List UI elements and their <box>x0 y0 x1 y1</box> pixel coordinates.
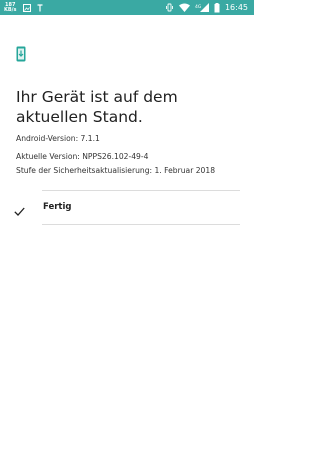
divider <box>42 224 240 225</box>
gallery-icon <box>22 3 31 12</box>
done-button-label: Fertig <box>43 202 72 212</box>
current-version-text: Aktuelle Version: NPPS26.102-49-4 <box>16 152 149 161</box>
wifi-icon <box>178 3 190 12</box>
signal-icon: 4G <box>195 3 209 12</box>
android-version-text: Android-Version: 7.1.1 <box>16 134 100 143</box>
net-speed-unit: KB/s <box>4 6 17 13</box>
system-update-icon <box>16 46 26 66</box>
check-icon <box>14 201 25 220</box>
security-patch-text: Stufe der Sicherheitsaktualisierung: 1. … <box>16 166 216 175</box>
status-right: 4G 16:45 <box>165 0 248 15</box>
status-left: 187 KB/s <box>4 0 43 15</box>
vibrate-icon <box>165 3 174 12</box>
update-status-title: Ihr Gerät ist auf dem aktuellen Stand. <box>16 88 178 126</box>
done-button[interactable]: Fertig <box>0 191 254 224</box>
network-type-label: 4G <box>195 4 202 10</box>
status-bar: 187 KB/s 4G 16:45 <box>0 0 254 15</box>
battery-icon <box>214 2 220 13</box>
notification-t-icon <box>37 3 43 12</box>
clock: 16:45 <box>224 3 248 12</box>
net-speed-indicator: 187 KB/s <box>4 2 17 13</box>
system-update-screen: Ihr Gerät ist auf dem aktuellen Stand. A… <box>0 15 254 450</box>
